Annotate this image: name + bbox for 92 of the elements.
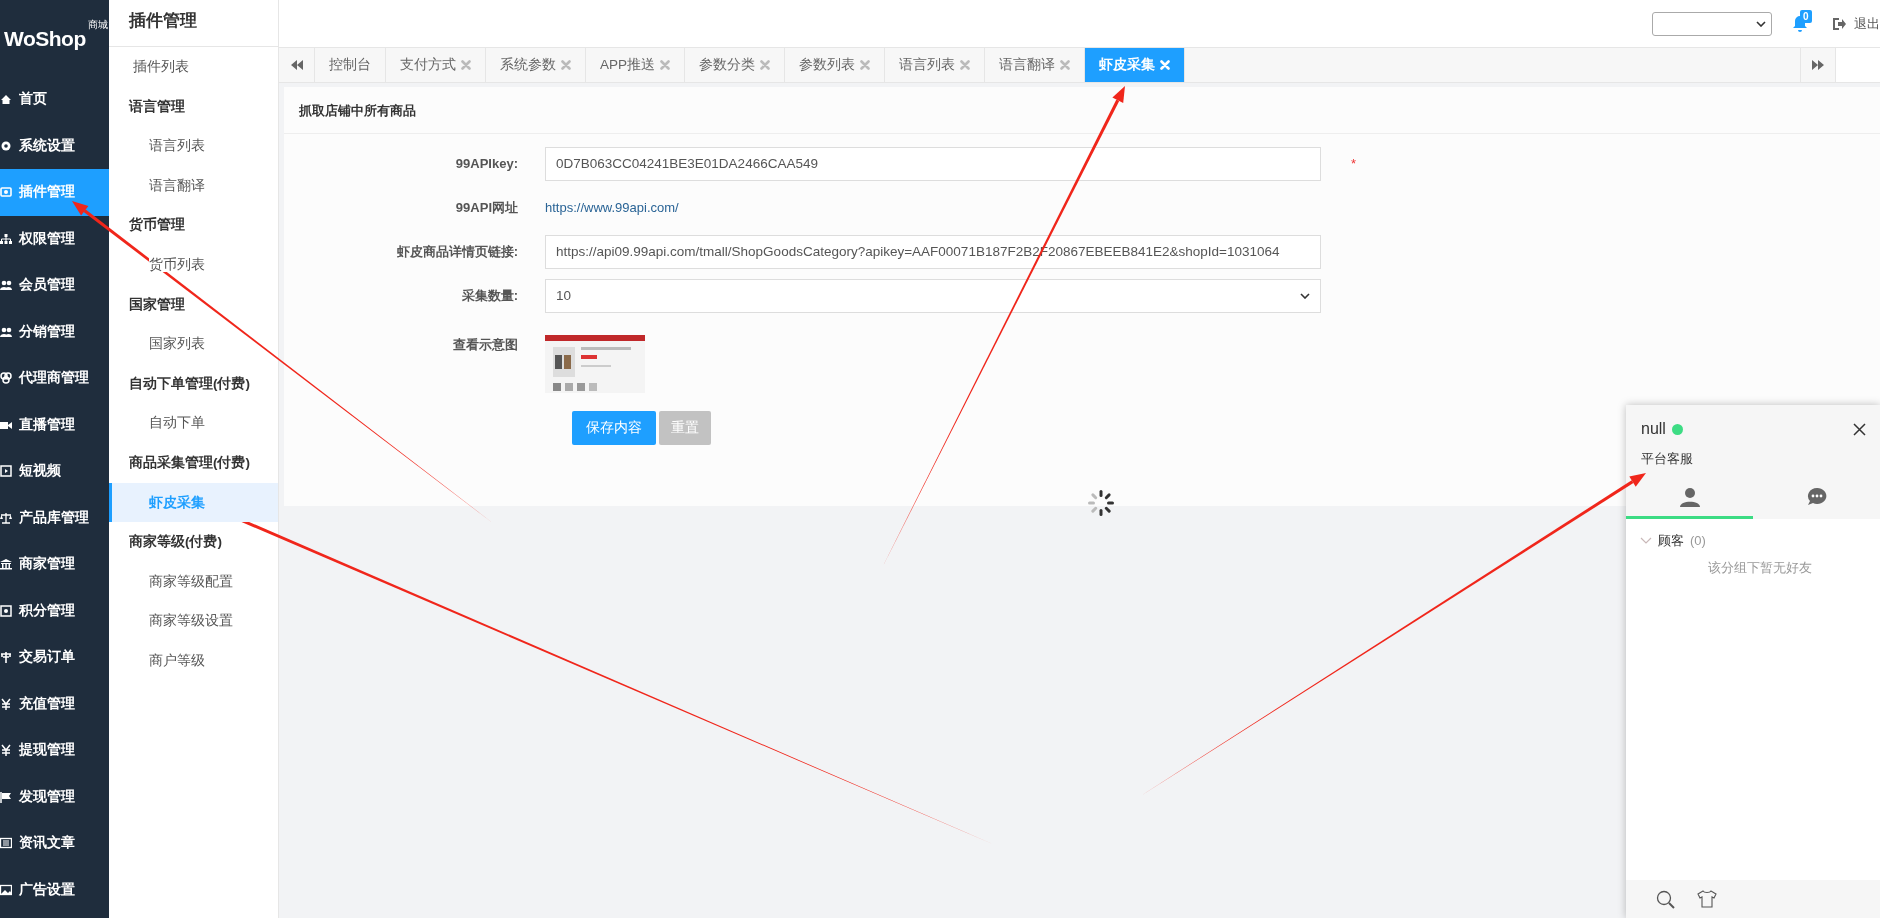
- users-icon: [0, 279, 12, 292]
- logo-tagline: 商城: [87, 20, 108, 30]
- users-icon: [0, 325, 12, 338]
- group-count: (0): [1690, 531, 1706, 550]
- submenu-group-heading: 货币管理: [128, 216, 186, 235]
- sidebar-item[interactable]: 商家管理: [0, 541, 109, 588]
- submenu-group-heading: 商家等级(付费): [128, 533, 223, 552]
- page-tab[interactable]: 参数分类: [685, 48, 785, 82]
- field-label: 虾皮商品详情页链接:: [395, 243, 519, 262]
- sidebar-item[interactable]: 会员管理: [0, 262, 109, 309]
- caret-icon: [1300, 293, 1310, 299]
- search-icon[interactable]: [1656, 889, 1675, 909]
- dropdown-select[interactable]: [1652, 11, 1772, 36]
- sidebar-item[interactable]: 发现管理: [0, 773, 109, 820]
- close-icon[interactable]: [1060, 60, 1070, 70]
- sidebar-item[interactable]: 系统设置: [0, 122, 109, 169]
- group-name: 顾客: [1658, 531, 1684, 550]
- submenu-item[interactable]: 商家等级设置: [109, 601, 278, 641]
- close-icon[interactable]: [960, 60, 970, 70]
- sidebar-item[interactable]: 积分管理: [0, 587, 109, 634]
- page-tab[interactable]: 参数列表: [785, 48, 885, 82]
- close-icon[interactable]: [660, 60, 670, 70]
- sidebar-item[interactable]: 交易订单: [0, 634, 109, 681]
- submenu-group-heading: 国家管理: [128, 295, 186, 314]
- newspaper-icon: [0, 837, 12, 850]
- flag-icon: [0, 790, 12, 803]
- submenu-item[interactable]: 插件列表: [109, 47, 278, 87]
- field-label: 99API网址: [454, 199, 519, 218]
- double-left-arrow-icon[interactable]: [290, 60, 303, 70]
- submenu-group-heading: 商品采集管理(付费): [128, 453, 251, 472]
- submenu-item[interactable]: 语言翻译: [109, 165, 278, 206]
- field-label: 99APIkey:: [454, 155, 519, 174]
- sidebar-item[interactable]: 短视频: [0, 448, 109, 495]
- submenu-title: 插件管理: [109, 0, 278, 47]
- scale-icon: [0, 511, 12, 524]
- close-icon: [1853, 423, 1866, 437]
- submenu-item[interactable]: 货币列表: [109, 244, 278, 285]
- page-tab[interactable]: 系统参数: [486, 48, 586, 82]
- video-file-icon: [0, 465, 12, 478]
- picture-icon: [0, 883, 12, 896]
- sidebar-item[interactable]: 直播管理: [0, 401, 109, 448]
- close-icon[interactable]: [760, 60, 770, 70]
- bank-icon: [0, 558, 12, 571]
- submenu-item[interactable]: 自动下单: [109, 403, 278, 443]
- sidebar-item[interactable]: 代理商管理: [0, 355, 109, 402]
- empty-group-text: 该分组下暂无好友: [1707, 559, 1813, 577]
- close-icon[interactable]: [461, 60, 471, 70]
- contact-group[interactable]: 顾客 (0): [1640, 530, 1880, 550]
- sidebar-item[interactable]: 首页: [0, 76, 109, 123]
- screenshot-thumbnail[interactable]: [545, 335, 645, 393]
- input-field[interactable]: 0D7B063CC04241BE3E01DA2466CAA549: [545, 147, 1321, 181]
- person-icon: [1679, 487, 1700, 507]
- sidebar-item[interactable]: 产品库管理: [0, 494, 109, 541]
- home-icon: [0, 93, 12, 106]
- submenu-group-heading: 语言管理: [128, 97, 186, 116]
- website-link[interactable]: https://www.99api.com/: [545, 200, 679, 216]
- required-mark: *: [1351, 155, 1357, 174]
- submenu-item[interactable]: 语言列表: [109, 126, 278, 166]
- sidebar-item[interactable]: 权限管理: [0, 215, 109, 262]
- submenu-group-heading: 自动下单管理(付费): [128, 374, 251, 393]
- close-icon[interactable]: [561, 60, 571, 70]
- sidebar-item[interactable]: 广告设置: [0, 866, 109, 913]
- sidebar-item[interactable]: 充值管理: [0, 680, 109, 727]
- submenu-item[interactable]: 商家等级配置: [109, 561, 278, 602]
- logo-text: WoShop: [4, 27, 86, 49]
- close-icon[interactable]: [860, 60, 870, 70]
- submenu-item[interactable]: 商户等级: [109, 640, 278, 681]
- page-tab[interactable]: 支付方式: [386, 48, 486, 82]
- t-shirt-icon[interactable]: [1697, 890, 1717, 908]
- yen-icon: [0, 744, 12, 757]
- chat-user-name: null: [1641, 419, 1666, 439]
- yen-icon: [0, 697, 12, 710]
- page-tab[interactable]: 控制台: [315, 48, 386, 82]
- page-tab[interactable]: APP推送: [586, 48, 685, 82]
- logout-link[interactable]: 退出: [1832, 13, 1880, 34]
- circles-icon: [0, 372, 12, 385]
- chat-bubble-icon: [1806, 487, 1827, 507]
- page-tab[interactable]: 语言列表: [885, 48, 985, 82]
- logout-icon: [1832, 16, 1846, 31]
- sidebar-item[interactable]: 分销管理: [0, 308, 109, 355]
- sidebar-item[interactable]: 资讯文章: [0, 820, 109, 867]
- field-label: 采集数量:: [460, 287, 519, 306]
- field-label: 查看示意图: [452, 336, 519, 354]
- loading-spinner-icon: [1087, 489, 1115, 517]
- sidebar-item[interactable]: 提现管理: [0, 727, 109, 774]
- submenu-item[interactable]: 国家列表: [109, 324, 278, 364]
- quantity-select[interactable]: 10: [545, 279, 1321, 313]
- chat-subtitle: 平台客服: [1641, 450, 1694, 468]
- notification-count: 0: [1800, 9, 1812, 23]
- caret-icon: [1756, 20, 1766, 27]
- sitemap-icon: [0, 232, 12, 245]
- double-right-arrow-icon[interactable]: [1812, 60, 1824, 70]
